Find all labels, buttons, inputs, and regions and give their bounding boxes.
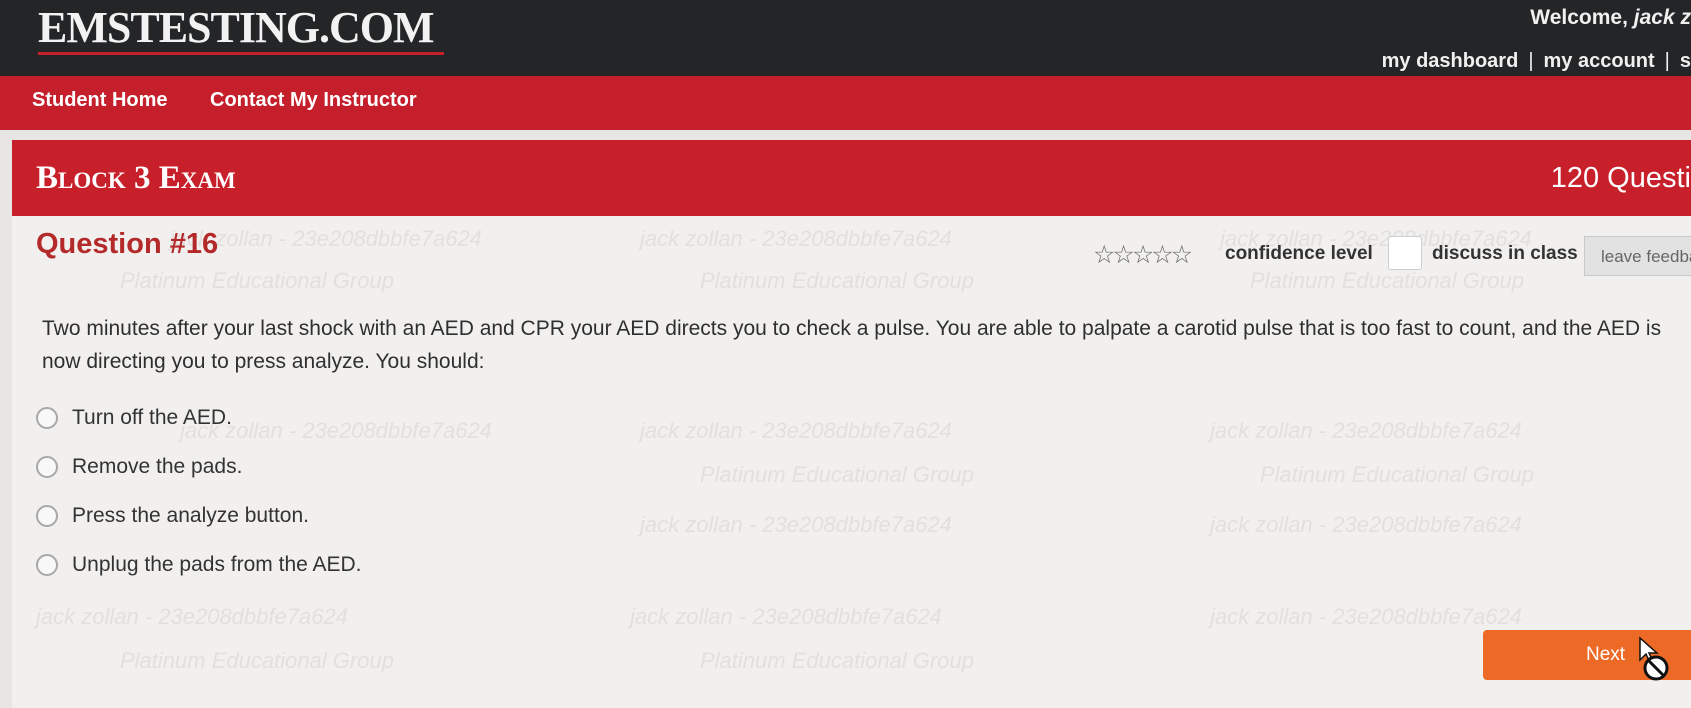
- link-separator: |: [1664, 50, 1670, 72]
- not-allowed-cursor-icon: [1639, 636, 1669, 681]
- link-separator: |: [1528, 50, 1534, 72]
- answer-label: Turn off the AED.: [72, 406, 232, 429]
- answer-option[interactable]: Unplug the pads from the AED.: [36, 553, 362, 577]
- answer-label: Unplug the pads from the AED.: [72, 553, 362, 576]
- leave-feedback-button[interactable]: leave feedba: [1584, 236, 1691, 276]
- account-links: my dashboard | my account | s: [1382, 50, 1691, 73]
- exam-title: Block 3 Exam: [36, 160, 236, 196]
- answer-label: Remove the pads.: [72, 455, 243, 478]
- radio-button[interactable]: [36, 505, 58, 527]
- answer-label: Press the analyze button.: [72, 504, 309, 527]
- discuss-in-class-label: discuss in class: [1432, 243, 1578, 264]
- question-text: Two minutes after your last shock with a…: [42, 317, 1662, 373]
- discuss-in-class-checkbox[interactable]: [1388, 236, 1422, 270]
- radio-button[interactable]: [36, 407, 58, 429]
- answer-option[interactable]: Remove the pads.: [36, 455, 242, 479]
- welcome-user: jack z: [1633, 6, 1691, 29]
- confidence-level-label: confidence level: [1225, 243, 1373, 264]
- exam-panel: [12, 140, 1691, 708]
- truncated-link[interactable]: s: [1680, 50, 1691, 72]
- nav-contact-instructor[interactable]: Contact My Instructor: [210, 89, 417, 112]
- question-number: Question #16: [36, 228, 219, 260]
- welcome-prefix: Welcome,: [1530, 6, 1628, 29]
- question-count: 120 Questi: [1550, 162, 1691, 194]
- main-nav: Student Home Contact My Instructor: [0, 76, 1691, 130]
- welcome-text: Welcome, jack z: [1530, 6, 1691, 30]
- site-logo[interactable]: EMSTESTING.COM: [38, 2, 435, 53]
- answer-option[interactable]: Turn off the AED.: [36, 406, 232, 430]
- nav-student-home[interactable]: Student Home: [32, 89, 168, 112]
- radio-button[interactable]: [36, 554, 58, 576]
- top-header: EMSTESTING.COM Welcome, jack z my dashbo…: [0, 0, 1691, 76]
- logo-underline: [38, 52, 444, 55]
- exam-header: Block 3 Exam 120 Questi: [12, 140, 1691, 216]
- radio-button[interactable]: [36, 456, 58, 478]
- confidence-stars-icon[interactable]: ☆☆☆☆☆: [1093, 240, 1193, 270]
- my-dashboard-link[interactable]: my dashboard: [1382, 50, 1519, 72]
- answer-option[interactable]: Press the analyze button.: [36, 504, 309, 528]
- next-button-label: Next: [1586, 644, 1626, 665]
- my-account-link[interactable]: my account: [1544, 50, 1655, 72]
